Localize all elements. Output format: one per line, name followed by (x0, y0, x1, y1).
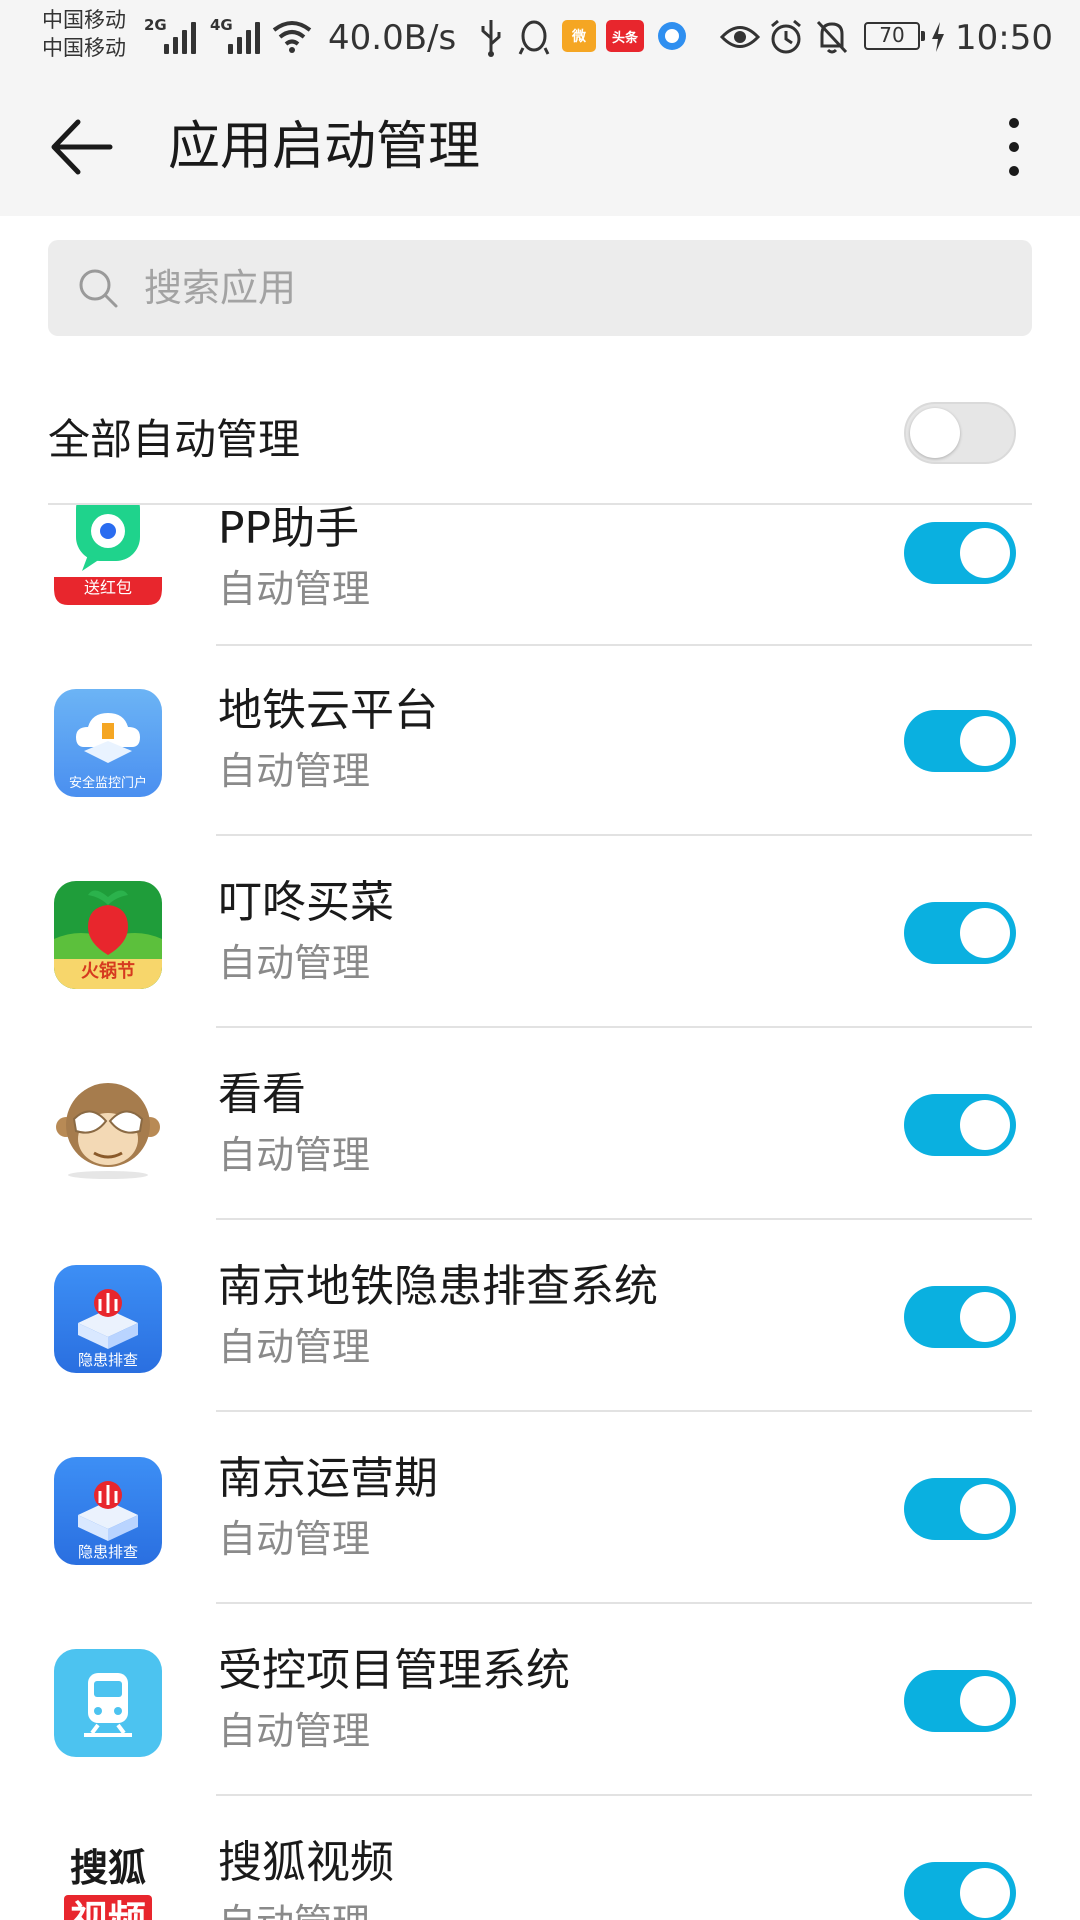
more-options-icon[interactable] (994, 114, 1034, 180)
app-name: 地铁云平台 (218, 685, 438, 736)
list-item[interactable]: 看看 自动管理 (0, 1031, 1080, 1223)
app-toggle[interactable] (904, 1670, 1016, 1732)
wifi-icon (272, 21, 312, 53)
search-input[interactable]: 搜索应用 (48, 240, 1032, 336)
divider (216, 1026, 1032, 1028)
app-toggle[interactable] (904, 902, 1016, 964)
app-name: 受控项目管理系统 (218, 1645, 570, 1696)
app-name: 南京地铁隐患排查系统 (218, 1261, 658, 1312)
battery-icon: 70 (864, 22, 925, 50)
app-toggle[interactable] (904, 1478, 1016, 1540)
app-status: 自动管理 (218, 941, 371, 985)
signal-icon-1 (164, 14, 196, 54)
qq-icon (518, 20, 550, 55)
app-status: 自动管理 (218, 1709, 371, 1753)
app-status: 自动管理 (218, 1133, 371, 1177)
divider (216, 1794, 1032, 1796)
clock: 10:50 (955, 18, 1053, 58)
app-list: 送红包 PP助手 自动管理 安全监控门户 地铁云平台 自动管理 火锅节 叮咚买菜… (0, 505, 1080, 1920)
sohu-video-icon: 搜狐 视频 (54, 1841, 162, 1920)
dingdong-icon: 火锅节 (54, 881, 162, 989)
usb-icon (481, 20, 501, 57)
list-item[interactable]: 隐患排查 南京地铁隐患排查系统 自动管理 (0, 1223, 1080, 1415)
auto-manage-all-row: 全部自动管理 (0, 380, 1080, 500)
app-toggle[interactable] (904, 522, 1016, 584)
weibo-icon: 微 (562, 20, 596, 52)
app-toggle[interactable] (904, 710, 1016, 772)
app-status: 自动管理 (218, 749, 371, 793)
auto-manage-all-toggle[interactable] (904, 402, 1016, 464)
list-item[interactable]: 搜狐 视频 搜狐视频 自动管理 (0, 1799, 1080, 1920)
charging-icon (932, 22, 944, 52)
app-toggle[interactable] (904, 1862, 1016, 1920)
alarm-icon (771, 19, 801, 54)
network-speed: 40.0B/s (328, 18, 457, 58)
divider (216, 644, 1032, 646)
search-placeholder: 搜索应用 (144, 266, 297, 310)
list-item[interactable]: 送红包 PP助手 自动管理 (0, 505, 1080, 647)
nanjing-metro-icon: 隐患排查 (54, 1457, 162, 1565)
pp-assistant-icon: 送红包 (54, 505, 162, 613)
carrier-1: 中国移动 (42, 8, 126, 32)
browser-icon (658, 22, 686, 50)
app-status: 自动管理 (218, 567, 371, 611)
app-toggle[interactable] (904, 1286, 1016, 1348)
nanjing-metro-icon: 隐患排查 (54, 1265, 162, 1373)
mute-icon (816, 20, 848, 54)
divider (216, 834, 1032, 836)
list-item[interactable]: 安全监控门户 地铁云平台 自动管理 (0, 647, 1080, 839)
app-toggle[interactable] (904, 1094, 1016, 1156)
app-status: 自动管理 (218, 1897, 370, 1920)
divider (216, 1410, 1032, 1412)
app-name: 南京运营期 (218, 1453, 438, 1504)
app-bar: 应用启动管理 (0, 76, 1080, 216)
eye-comfort-icon (720, 26, 760, 48)
app-name: 搜狐视频 (218, 1837, 394, 1888)
carrier-2: 中国移动 (42, 36, 126, 60)
monkey-icon (54, 1073, 162, 1181)
app-name: 叮咚买菜 (218, 877, 394, 928)
app-status: 自动管理 (218, 1325, 371, 1369)
list-item[interactable]: 受控项目管理系统 自动管理 (0, 1607, 1080, 1799)
toutiao-icon: 头条 (606, 20, 644, 52)
list-item[interactable]: 火锅节 叮咚买菜 自动管理 (0, 839, 1080, 1031)
app-status: 自动管理 (218, 1517, 371, 1561)
list-item[interactable]: 隐患排查 南京运营期 自动管理 (0, 1415, 1080, 1607)
page-title: 应用启动管理 (168, 117, 481, 177)
divider (216, 1602, 1032, 1604)
app-name: PP助手 (218, 505, 360, 554)
carrier-info: 中国移动 中国移动 (42, 6, 126, 62)
search-icon (79, 269, 118, 308)
divider (216, 1218, 1032, 1220)
auto-manage-all-label: 全部自动管理 (48, 415, 301, 464)
app-name: 看看 (218, 1069, 306, 1120)
back-arrow-icon[interactable] (48, 114, 114, 180)
metro-cloud-icon: 安全监控门户 (54, 689, 162, 797)
signal-icon-2 (228, 14, 260, 54)
train-icon (54, 1649, 162, 1757)
status-bar: 中国移动 中国移动 2G 4G 40.0B/s 微 头条 70 10:50 (0, 0, 1080, 76)
